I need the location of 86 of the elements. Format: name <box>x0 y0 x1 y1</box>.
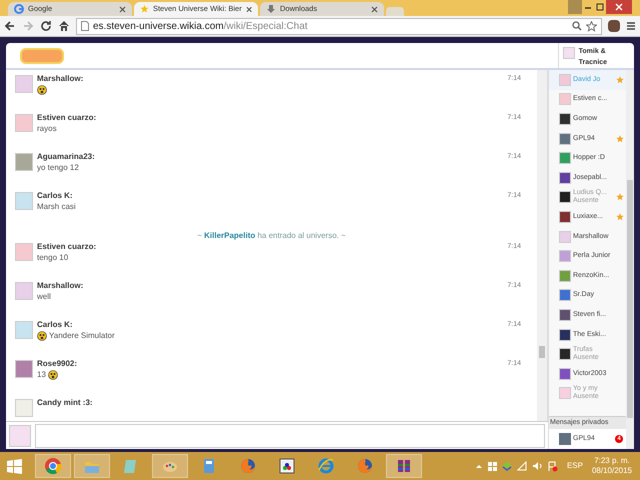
message-text: yo tengo 12 <box>37 163 79 173</box>
message-text: rayos <box>37 124 57 134</box>
user-link[interactable]: KillerPapelito <box>204 231 256 240</box>
browser-e-icon <box>317 457 335 475</box>
user-avatar <box>9 424 31 446</box>
join-notice: ~ KillerPapelito ha entrado al universo. ~ <box>197 230 346 242</box>
user-name[interactable]: Estiven cuarzo: <box>37 113 504 123</box>
user-avatar <box>559 172 571 184</box>
close-button[interactable] <box>606 0 632 14</box>
user-avatar <box>15 153 33 171</box>
user-avatar <box>559 289 571 302</box>
user-avatar <box>15 114 33 132</box>
taskbar-button[interactable] <box>386 454 422 478</box>
signal-icon[interactable] <box>516 461 527 471</box>
user-name[interactable]: Carlos K: <box>37 191 504 201</box>
scrollbar[interactable] <box>537 70 547 421</box>
message-input[interactable] <box>35 424 545 448</box>
scrollbar[interactable] <box>626 70 634 449</box>
archive-books-icon <box>395 457 413 475</box>
user-name[interactable]: Rose9902: <box>37 359 504 369</box>
extension-icon[interactable] <box>608 20 620 32</box>
user-avatar <box>559 270 571 282</box>
user-name[interactable]: Carlos K: <box>37 320 504 330</box>
user-avatar <box>15 321 33 339</box>
message-text: Marsh casi <box>37 202 76 212</box>
chrome-icon <box>44 457 62 475</box>
address-bar[interactable]: es.steven-universe.wikia.com/wiki/Especial:Chat <box>76 18 602 34</box>
user-avatar <box>559 112 571 125</box>
close-icon[interactable] <box>119 6 126 12</box>
user-avatar <box>559 433 571 445</box>
user-name[interactable]: Estiven cuarzo: <box>37 242 504 252</box>
user-name[interactable]: Candy mint :3: <box>37 398 521 408</box>
user-name[interactable]: Marshallow: <box>37 74 504 84</box>
user-avatar <box>15 360 33 378</box>
user-avatar <box>559 210 571 223</box>
user-avatar <box>559 152 571 164</box>
close-icon[interactable] <box>246 6 252 12</box>
google-icon <box>14 4 24 14</box>
user-avatar <box>559 250 571 262</box>
page-icon <box>81 21 89 31</box>
message-text: 13 <box>37 370 46 380</box>
star-icon <box>140 4 149 14</box>
emoticon-icon <box>48 370 58 380</box>
user-avatar <box>559 93 571 106</box>
flag-alert-icon[interactable] <box>546 460 558 472</box>
menu-icon[interactable] <box>626 21 636 31</box>
windows-icon[interactable] <box>488 462 497 470</box>
emoticon-icon <box>37 331 47 341</box>
firefox-icon <box>356 457 374 475</box>
user-avatar <box>559 191 571 204</box>
user-avatar <box>559 308 571 321</box>
taskbar-button[interactable] <box>35 454 71 478</box>
reload-icon[interactable] <box>40 20 52 32</box>
user-avatar <box>15 192 33 210</box>
user-avatar <box>559 230 571 243</box>
user-avatar <box>559 368 571 380</box>
layers-icon[interactable] <box>502 461 512 471</box>
home-icon[interactable] <box>58 20 70 32</box>
chevron-up-icon[interactable] <box>474 463 483 469</box>
speaker-icon[interactable] <box>532 461 542 471</box>
url-text: es.steven-universe.wikia.com/wiki/Especial:Chat <box>93 20 308 34</box>
message-text: tengo 10 <box>37 253 68 263</box>
user-avatar <box>559 387 571 400</box>
emoticon-icon <box>37 85 47 95</box>
back-icon[interactable] <box>4 20 16 32</box>
windows-start-icon[interactable] <box>6 458 23 474</box>
user-avatar <box>15 75 33 93</box>
user-avatar <box>559 132 571 145</box>
user-name[interactable]: Marshallow: <box>37 281 504 291</box>
user-avatar <box>559 348 571 360</box>
game-controller-icon <box>278 457 296 475</box>
zoom-icon[interactable] <box>572 21 582 31</box>
message-text: well <box>37 292 51 302</box>
forward-icon[interactable] <box>22 20 34 32</box>
firefox-icon <box>239 457 257 475</box>
wiki-logo[interactable] <box>20 48 64 64</box>
bookmark-star-icon[interactable] <box>586 20 597 32</box>
user-avatar <box>559 328 571 341</box>
user-avatar <box>15 243 33 261</box>
message-text: Yandere Simulator <box>49 331 115 341</box>
user-avatar <box>559 74 571 86</box>
user-name[interactable]: Aguamarina23: <box>37 152 504 162</box>
user-avatar <box>15 399 33 417</box>
user-avatar <box>15 282 33 300</box>
close-icon[interactable] <box>371 6 378 12</box>
download-icon <box>266 4 276 14</box>
